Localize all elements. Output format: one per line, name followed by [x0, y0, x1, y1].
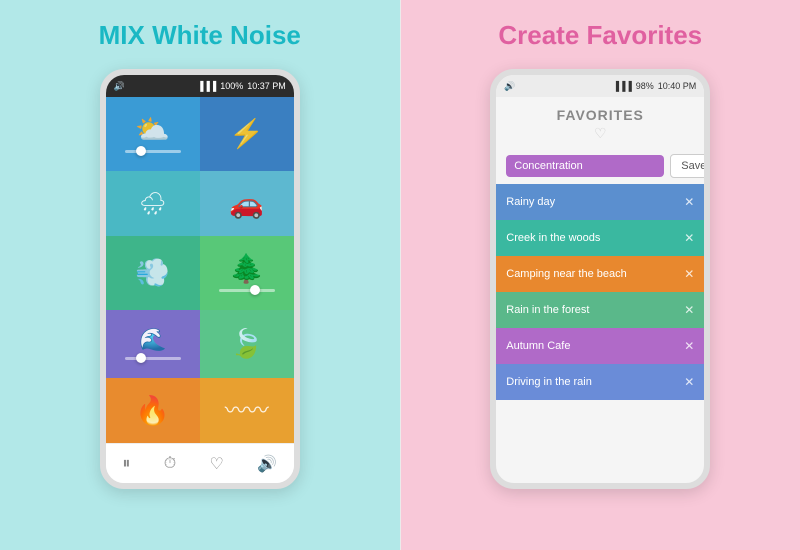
water-icon: 🌊	[139, 329, 166, 351]
grid-cell-thunder-cloud[interactable]: ⛅	[106, 97, 200, 171]
fav-item-close-rainy[interactable]: ✕	[684, 195, 694, 209]
favorites-icon[interactable]: ♡	[209, 454, 223, 474]
sound-grid: ⛅ ⚡ 🌧 🚗 💨 🌲	[106, 97, 294, 443]
tree-icon: 🌲	[229, 255, 264, 283]
car-icon: 🚗	[229, 190, 264, 218]
grid-cell-lightning[interactable]: ⚡	[200, 97, 294, 171]
favorites-title-text: FAVORITES	[508, 107, 692, 123]
fav-item-close-forest[interactable]: ✕	[684, 303, 694, 317]
lightning-icon: ⚡	[229, 120, 264, 148]
fav-item-label-creek: Creek in the woods	[506, 232, 600, 244]
volume-nav-icon[interactable]: 🔊	[257, 454, 277, 474]
fav-item-label-forest: Rain in the forest	[506, 304, 589, 316]
left-panel: MIX White Noise 🔊 ▐▐▐ 100% 10:37 PM ⛅	[0, 0, 400, 550]
save-button[interactable]: Save	[670, 154, 710, 178]
grid-cell-waves[interactable]: 〰〰	[200, 378, 294, 443]
timer-icon[interactable]: ⏱	[164, 455, 176, 473]
tree-slider-thumb	[250, 285, 260, 295]
left-status-bar: 🔊 ▐▐▐ 100% 10:37 PM	[106, 75, 294, 97]
grid-cell-fire[interactable]: 🔥	[106, 378, 200, 443]
fav-item-close-driving[interactable]: ✕	[684, 375, 694, 389]
list-item: Autumn Cafe ✕	[496, 328, 704, 364]
thunder-slider-thumb	[136, 146, 146, 156]
fire-icon: 🔥	[135, 397, 170, 425]
fav-item-label-autumn: Autumn Cafe	[506, 340, 570, 352]
favorites-list: Rainy day ✕ Creek in the woods ✕ Camping…	[496, 184, 704, 483]
fav-item-close-autumn[interactable]: ✕	[684, 339, 694, 353]
grid-cell-water[interactable]: 🌊	[106, 310, 200, 378]
right-status-right: ▐▐▐ 98% 10:40 PM	[613, 81, 697, 91]
wind-icon: 💨	[135, 259, 170, 287]
signal-icon: ▐▐▐	[197, 81, 216, 91]
list-item: Rain in the forest ✕	[496, 292, 704, 328]
list-item: Camping near the beach ✕	[496, 256, 704, 292]
fav-item-label-camping: Camping near the beach	[506, 268, 626, 280]
favorites-header: FAVORITES ♡	[496, 97, 704, 148]
cloud-icon: ⛅	[135, 116, 170, 144]
favorites-heart-icon[interactable]: ♡	[508, 125, 692, 142]
favorites-input-row: Save	[496, 148, 704, 184]
tree-slider[interactable]	[219, 289, 275, 292]
right-title: Create Favorites	[498, 20, 702, 51]
right-signal-icon: ▐▐▐	[613, 81, 632, 91]
right-status-left: 🔊	[504, 81, 515, 92]
volume-icon: 🔊	[114, 81, 125, 92]
grid-cell-wind[interactable]: 💨	[106, 236, 200, 310]
right-panel: Create Favorites 🔊 ▐▐▐ 98% 10:40 PM FAVO…	[401, 0, 800, 550]
right-status-bar: 🔊 ▐▐▐ 98% 10:40 PM	[496, 75, 704, 97]
phone-nav-bar: ⏸ ⏱ ♡ 🔊	[106, 443, 294, 483]
list-item: Rainy day ✕	[496, 184, 704, 220]
fav-item-label-driving: Driving in the rain	[506, 376, 592, 388]
grid-cell-tree[interactable]: 🌲	[200, 236, 294, 310]
battery-text: 100%	[220, 81, 243, 91]
leaf-icon: 🍃	[229, 330, 264, 358]
phone-left: 🔊 ▐▐▐ 100% 10:37 PM ⛅ ⚡ 🌧	[100, 69, 300, 489]
list-item: Creek in the woods ✕	[496, 220, 704, 256]
right-time-text: 10:40 PM	[658, 81, 697, 91]
time-text: 10:37 PM	[247, 81, 286, 91]
waves-icon: 〰〰	[225, 400, 269, 422]
water-slider[interactable]	[125, 357, 181, 360]
grid-cell-leaf[interactable]: 🍃	[200, 310, 294, 378]
status-left-icons: 🔊	[114, 81, 125, 92]
rain-window-icon: 🌧	[139, 193, 167, 215]
grid-cell-rain-window[interactable]: 🌧	[106, 171, 200, 236]
grid-cell-car[interactable]: 🚗	[200, 171, 294, 236]
list-item: Driving in the rain ✕	[496, 364, 704, 400]
thunder-slider[interactable]	[125, 150, 181, 153]
fav-item-close-creek[interactable]: ✕	[684, 231, 694, 245]
favorites-name-input[interactable]	[506, 155, 664, 177]
fav-item-label-rainy: Rainy day	[506, 196, 555, 208]
pause-icon[interactable]: ⏸	[122, 455, 130, 473]
fav-item-close-camping[interactable]: ✕	[684, 267, 694, 281]
right-volume-icon: 🔊	[504, 81, 515, 92]
left-title: MIX White Noise	[99, 20, 301, 51]
phone-right: 🔊 ▐▐▐ 98% 10:40 PM FAVORITES ♡ Save Rain…	[490, 69, 710, 489]
right-battery-text: 98%	[636, 81, 654, 91]
status-right: ▐▐▐ 100% 10:37 PM	[197, 81, 286, 91]
water-slider-thumb	[136, 353, 146, 363]
